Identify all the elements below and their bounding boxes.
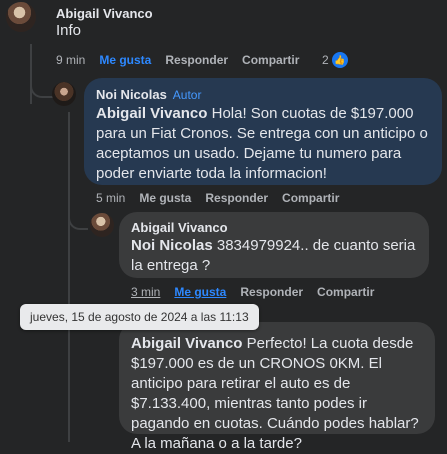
comment-actions: 3 min Me gusta Responder Compartir — [131, 285, 374, 299]
share-button[interactable]: Compartir — [317, 285, 374, 299]
comment-text: Abigail Vivanco Hola! Son cuotas de $197… — [96, 104, 430, 184]
mention[interactable]: Abigail Vivanco — [131, 335, 242, 352]
avatar[interactable] — [6, 2, 36, 32]
comment-actions: 9 min Me gusta Responder Compartir — [56, 53, 299, 67]
thread-connector — [68, 190, 88, 230]
comment-author[interactable]: Abigail Vivanco — [56, 6, 153, 21]
like-button[interactable]: Me gusta — [139, 191, 191, 205]
comment-body: Perfecto! La cuota desde $197.000 es de … — [131, 335, 419, 452]
comment-text: Info — [56, 22, 82, 39]
like-button[interactable]: Me gusta — [99, 53, 151, 67]
comment-text: Noi Nicolas 3834979924.. de cuanto seria… — [131, 236, 417, 276]
share-button[interactable]: Compartir — [242, 53, 299, 67]
avatar[interactable] — [90, 213, 114, 237]
timestamp-tooltip: jueves, 15 de agosto de 2024 a las 11:13 — [20, 304, 259, 330]
comment-bubble: Abigail Vivanco Perfecto! La cuota desde… — [119, 322, 435, 452]
avatar[interactable] — [52, 82, 76, 106]
comment-time[interactable]: 9 min — [56, 53, 85, 67]
reaction-count[interactable]: 2 👍 — [322, 52, 348, 68]
thumbs-up-icon: 👍 — [331, 52, 348, 68]
comment-time[interactable]: 5 min — [96, 191, 125, 205]
like-button[interactable]: Me gusta — [174, 285, 226, 299]
comment-time[interactable]: 3 min — [131, 285, 160, 299]
comment-actions: 5 min Me gusta Responder Compartir — [96, 191, 339, 205]
comment-text: Abigail Vivanco Perfecto! La cuota desde… — [131, 334, 423, 454]
mention[interactable]: Noi Nicolas — [131, 237, 213, 254]
mention[interactable]: Abigail Vivanco — [96, 105, 207, 122]
thread-connector — [30, 60, 54, 98]
reply-button[interactable]: Responder — [240, 285, 303, 299]
comment-author[interactable]: Noi Nicolas — [96, 87, 167, 102]
comment-bubble: Noi Nicolas Autor Abigail Vivanco Hola! S… — [84, 78, 442, 185]
reply-button[interactable]: Responder — [205, 191, 268, 205]
comment-author[interactable]: Abigail Vivanco — [131, 220, 228, 235]
share-button[interactable]: Compartir — [282, 191, 339, 205]
reply-button[interactable]: Responder — [165, 53, 228, 67]
author-badge: Autor — [172, 88, 202, 102]
reaction-number: 2 — [322, 53, 329, 67]
comment-bubble: Abigail Vivanco Noi Nicolas 3834979924..… — [119, 212, 429, 278]
thread-line — [68, 112, 70, 442]
